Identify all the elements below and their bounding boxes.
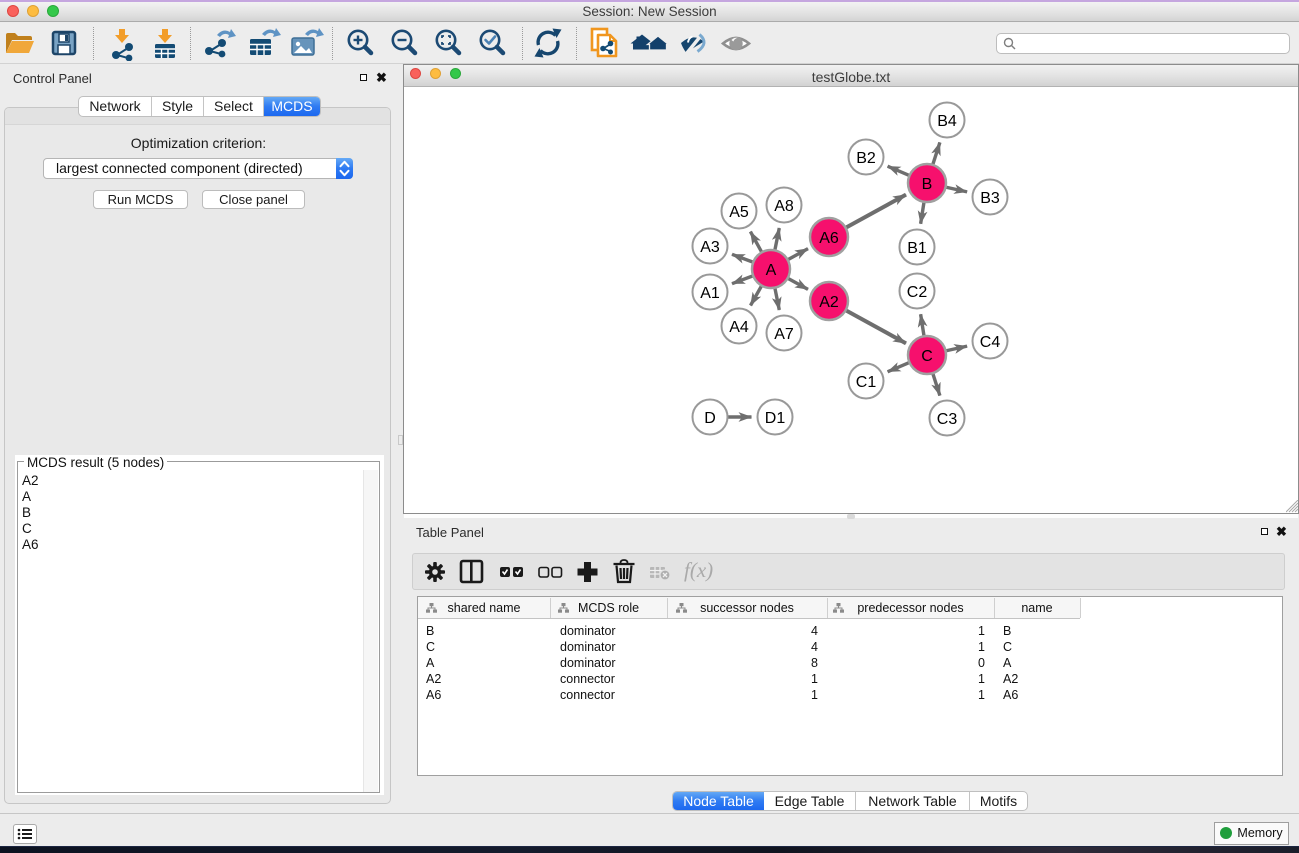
svg-text:C: C <box>921 348 933 365</box>
svg-text:D: D <box>704 410 716 427</box>
svg-text:C2: C2 <box>907 284 928 301</box>
svg-text:A: A <box>766 262 777 279</box>
svg-text:A5: A5 <box>729 204 749 221</box>
svg-text:B2: B2 <box>856 150 876 167</box>
svg-text:D1: D1 <box>765 410 786 427</box>
svg-text:A7: A7 <box>774 326 794 343</box>
svg-text:A8: A8 <box>774 198 794 215</box>
svg-text:B1: B1 <box>907 240 927 257</box>
svg-text:C1: C1 <box>856 374 877 391</box>
svg-text:B3: B3 <box>980 190 1000 207</box>
svg-text:A1: A1 <box>700 285 720 302</box>
svg-text:B: B <box>922 176 933 193</box>
svg-text:A4: A4 <box>729 319 749 336</box>
svg-text:B4: B4 <box>937 113 957 130</box>
svg-text:C4: C4 <box>980 334 1001 351</box>
svg-text:A6: A6 <box>819 230 839 247</box>
svg-text:A2: A2 <box>819 294 839 311</box>
svg-text:A3: A3 <box>700 239 720 256</box>
svg-text:C3: C3 <box>937 411 958 428</box>
